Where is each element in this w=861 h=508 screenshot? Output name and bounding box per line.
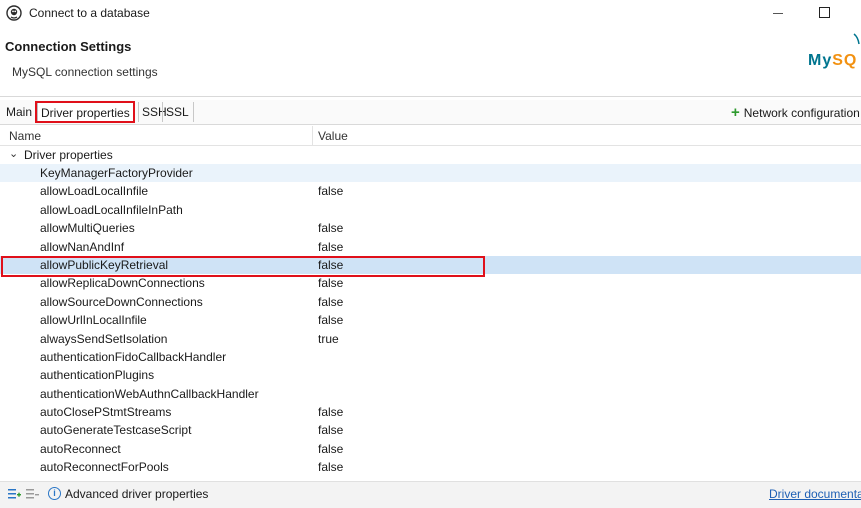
property-name: autoClosePStmtStreams — [40, 405, 172, 420]
table-row[interactable]: allowLoadLocalInfile false — [0, 182, 861, 200]
page-subtitle: MySQL connection settings — [12, 65, 158, 79]
driver-documentation-link[interactable]: Driver documentation — [769, 487, 861, 501]
table-row[interactable]: autoGenerateTestcaseScript false — [0, 421, 861, 439]
expand-all-icon[interactable] — [8, 488, 21, 500]
property-value[interactable]: true — [318, 332, 339, 346]
property-name: allowUrlInLocalInfile — [40, 313, 147, 328]
property-value[interactable]: false — [318, 460, 343, 474]
property-name: allowNanAndInf — [40, 239, 125, 254]
network-configuration-label: Network configuration — [743, 106, 860, 120]
collapse-all-icon[interactable] — [26, 488, 39, 500]
table-row[interactable]: autoClosePStmtStreams false — [0, 403, 861, 421]
table-row[interactable]: authenticationWebAuthnCallbackHandler — [0, 385, 861, 403]
chevron-down-icon[interactable]: ⌄ — [9, 147, 18, 160]
property-name: authenticationWebAuthnCallbackHandler — [40, 386, 259, 401]
property-name: authenticationPlugins — [40, 368, 155, 383]
highlight-box-tab — [35, 101, 135, 123]
property-name: allowLoadLocalInfileInPath — [40, 202, 183, 217]
property-name: authenticationFidoCallbackHandler — [40, 349, 227, 364]
column-divider[interactable] — [312, 126, 313, 145]
property-value[interactable]: false — [318, 240, 343, 254]
plus-icon: + — [731, 104, 740, 121]
highlight-box-row — [1, 256, 485, 277]
table-row[interactable]: alwaysSendSetIsolation true — [0, 330, 861, 348]
table-row[interactable]: allowSourceDownConnections false — [0, 293, 861, 311]
network-configuration-button[interactable]: + Network configuration — [731, 104, 860, 121]
column-header-name[interactable]: Name — [9, 129, 41, 143]
column-header-value[interactable]: Value — [318, 129, 348, 143]
table-row[interactable]: autoReconnectForPools false — [0, 458, 861, 476]
property-value[interactable]: false — [318, 221, 343, 235]
property-name: alwaysSendSetIsolation — [40, 331, 168, 346]
property-name: autoReconnect — [40, 441, 121, 456]
mysql-logo: MySQ — [808, 52, 858, 69]
tab-ssl[interactable]: SSL — [162, 102, 194, 122]
table-header: Name Value — [0, 126, 861, 146]
property-value[interactable]: false — [318, 313, 343, 327]
group-label: Driver properties — [24, 148, 113, 162]
property-value[interactable]: false — [318, 423, 343, 437]
info-icon: i — [48, 487, 61, 500]
table-row[interactable]: authenticationFidoCallbackHandler — [0, 348, 861, 366]
table-row[interactable]: allowUrlInLocalInfile false — [0, 311, 861, 329]
table-row[interactable]: allowLoadLocalInfileInPath — [0, 201, 861, 219]
settings-header: Connection Settings MySQL connection set… — [0, 28, 861, 97]
advanced-driver-properties-label: Advanced driver properties — [65, 487, 209, 501]
app-icon — [6, 5, 22, 21]
property-name: allowSourceDownConnections — [40, 294, 203, 309]
minimize-icon[interactable] — [773, 13, 783, 14]
group-row-driver-properties[interactable]: ⌄ Driver properties — [0, 146, 861, 164]
table-row[interactable]: allowNanAndInf false — [0, 238, 861, 256]
property-name: allowReplicaDownConnections — [40, 276, 205, 291]
driver-properties-table: Name Value ⌄ Driver properties KeyManage… — [0, 126, 861, 479]
property-rows: KeyManagerFactoryProvider allowLoadLocalI… — [0, 164, 861, 477]
property-name: autoGenerateTestcaseScript — [40, 423, 192, 438]
table-row[interactable]: authenticationPlugins — [0, 366, 861, 384]
property-value[interactable]: false — [318, 295, 343, 309]
footer-bar: i Advanced driver properties Driver docu… — [0, 481, 861, 508]
table-row[interactable]: allowReplicaDownConnections false — [0, 274, 861, 292]
property-value[interactable]: false — [318, 442, 343, 456]
title-bar: Connect to a database — [0, 0, 861, 28]
property-name: allowMultiQueries — [40, 221, 135, 236]
maximize-icon[interactable] — [819, 7, 830, 18]
property-name: KeyManagerFactoryProvider — [40, 166, 193, 180]
property-value[interactable]: false — [318, 184, 343, 198]
window-title: Connect to a database — [29, 6, 150, 20]
page-title: Connection Settings — [5, 39, 132, 54]
tab-main[interactable]: Main — [6, 102, 32, 122]
property-name: autoReconnectForPools — [40, 460, 169, 475]
table-row[interactable]: autoReconnect false — [0, 440, 861, 458]
property-value[interactable]: false — [318, 276, 343, 290]
property-value[interactable]: false — [318, 405, 343, 419]
table-row[interactable]: KeyManagerFactoryProvider — [0, 164, 861, 183]
table-row[interactable]: allowMultiQueries false — [0, 219, 861, 237]
property-name: allowLoadLocalInfile — [40, 184, 149, 199]
